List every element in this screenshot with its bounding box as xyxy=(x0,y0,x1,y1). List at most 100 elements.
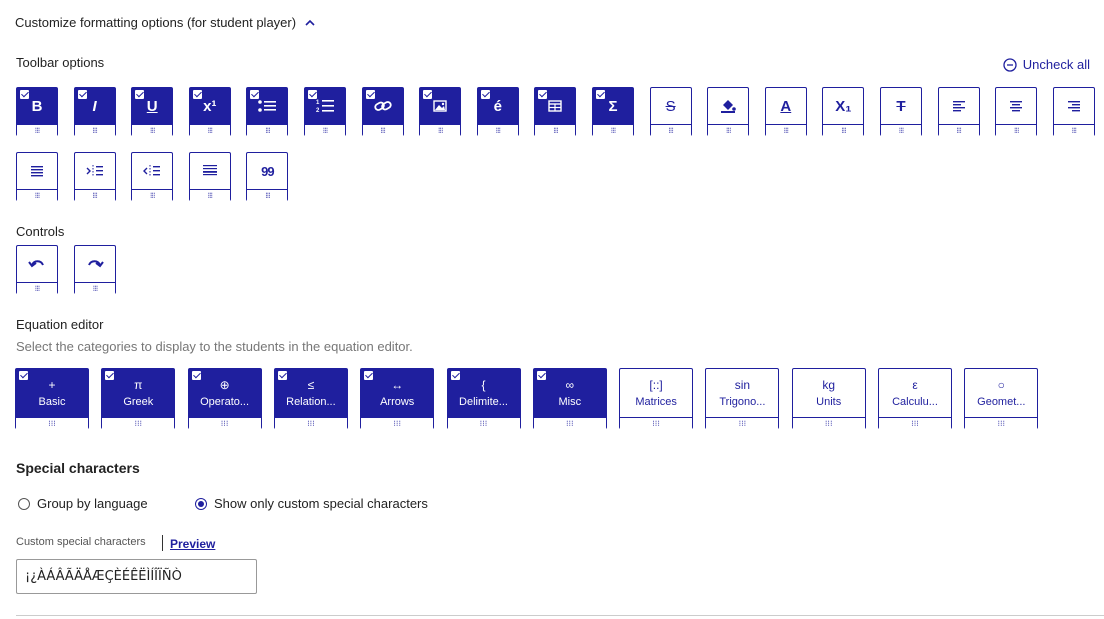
drag-handle-icon[interactable]: ⁝⁝⁝ xyxy=(938,124,979,137)
blockquote-button[interactable]: 99 ⁝⁝⁝ xyxy=(246,152,289,202)
checkbox-icon[interactable] xyxy=(19,89,30,100)
drag-handle-icon[interactable]: ⁝⁝⁝ xyxy=(102,417,175,430)
drag-handle-icon[interactable]: ⁝⁝⁝ xyxy=(535,124,576,137)
drag-handle-icon[interactable]: ⁝⁝⁝ xyxy=(996,124,1037,137)
equation-category-3[interactable]: ≤ Relation... ⁝⁝⁝ xyxy=(273,368,348,430)
drag-handle-icon[interactable]: ⁝⁝⁝ xyxy=(881,124,921,137)
drag-handle-icon[interactable]: ⁝⁝⁝ xyxy=(132,189,173,202)
checkbox-icon[interactable] xyxy=(535,370,547,381)
drag-handle-icon[interactable]: ⁝⁝⁝ xyxy=(650,124,691,137)
checkbox-icon[interactable] xyxy=(191,89,203,100)
horizontal-rule-button[interactable]: ⁝⁝⁝ xyxy=(188,152,231,202)
drag-handle-icon[interactable]: ⁝⁝⁝ xyxy=(361,417,434,430)
bullet-list-button[interactable]: ⁝⁝⁝ xyxy=(246,87,289,137)
checkbox-icon[interactable] xyxy=(104,370,116,381)
section-header[interactable]: Customize formatting options (for studen… xyxy=(15,15,316,30)
checkbox-icon[interactable] xyxy=(76,89,88,100)
drag-handle-icon[interactable]: ⁝⁝⁝ xyxy=(189,189,230,202)
subscript-button[interactable]: X₁ ⁝⁝⁝ xyxy=(822,87,865,137)
checkbox-icon[interactable] xyxy=(307,89,318,100)
text-color-button[interactable]: A ⁝⁝⁝ xyxy=(764,87,807,137)
image-button[interactable]: ⁝⁝⁝ xyxy=(419,87,462,137)
checkbox-icon[interactable] xyxy=(422,89,434,100)
outdent-button[interactable]: ⁝⁝⁝ xyxy=(131,152,174,202)
equation-category-11[interactable]: ○ Geomet... ⁝⁝⁝ xyxy=(964,368,1039,430)
drag-handle-icon[interactable]: ⁝⁝⁝ xyxy=(17,189,57,202)
checkbox-icon[interactable] xyxy=(364,89,376,100)
superscript-button[interactable]: x¹ ⁝⁝⁝ xyxy=(188,87,231,137)
equation-category-8[interactable]: sin Trigono... ⁝⁝⁝ xyxy=(705,368,780,430)
drag-handle-icon[interactable]: ⁝⁝⁝ xyxy=(620,417,693,430)
equation-category-7[interactable]: [::] Matrices ⁝⁝⁝ xyxy=(619,368,694,430)
checkbox-icon[interactable] xyxy=(479,89,491,100)
table-button[interactable]: ⁝⁝⁝ xyxy=(534,87,577,137)
drag-handle-icon[interactable]: ⁝⁝⁝ xyxy=(708,124,749,137)
align-justify-button[interactable]: ⁝⁝⁝ xyxy=(16,152,58,202)
redo-button[interactable]: ⁝⁝⁝ xyxy=(74,245,116,295)
align-right-button[interactable]: ⁝⁝⁝ xyxy=(1052,87,1095,137)
equation-category-5[interactable]: {Delimite... ⁝⁝⁝ xyxy=(446,368,521,430)
drag-handle-icon[interactable]: ⁝⁝⁝ xyxy=(593,124,633,137)
drag-handle-icon[interactable]: ⁝⁝⁝ xyxy=(17,282,57,295)
drag-handle-icon[interactable]: ⁝⁝⁝ xyxy=(189,124,230,137)
drag-handle-icon[interactable]: ⁝⁝⁝ xyxy=(965,417,1038,430)
undo-button[interactable]: ⁝⁝⁝ xyxy=(16,245,58,295)
bold-button[interactable]: B ⁝⁝⁝ xyxy=(16,87,58,137)
drag-handle-icon[interactable]: ⁝⁝⁝ xyxy=(362,124,403,137)
checkbox-icon[interactable] xyxy=(276,370,288,381)
custom-only-radio[interactable]: Show only custom special characters xyxy=(195,496,428,511)
underline-button[interactable]: U ⁝⁝⁝ xyxy=(131,87,174,137)
equation-category-6[interactable]: ∞ Misc ⁝⁝⁝ xyxy=(532,368,607,430)
drag-handle-icon[interactable]: ⁝⁝⁝ xyxy=(879,417,951,430)
link-button[interactable]: ⁝⁝⁝ xyxy=(361,87,404,137)
drag-handle-icon[interactable]: ⁝⁝⁝ xyxy=(420,124,461,137)
custom-characters-input[interactable]: ¡¿ÀÁÂÃÄÅÆÇÈÉÊËÌÍÎÏÑÒ xyxy=(16,559,257,594)
equation-category-1[interactable]: π Greek ⁝⁝⁝ xyxy=(101,368,176,430)
drag-handle-icon[interactable]: ⁝⁝⁝ xyxy=(16,417,88,430)
drag-handle-icon[interactable]: ⁝⁝⁝ xyxy=(247,189,288,202)
fill-color-button[interactable]: ⁝⁝⁝ xyxy=(707,87,750,137)
equation-category-4[interactable]: ↔ Arrows ⁝⁝⁝ xyxy=(360,368,435,430)
drag-handle-icon[interactable]: ⁝⁝⁝ xyxy=(305,124,345,137)
radio-circle[interactable] xyxy=(18,497,30,510)
equation-category-9[interactable]: kg Units ⁝⁝⁝ xyxy=(791,368,866,430)
align-center-button[interactable]: ⁝⁝⁝ xyxy=(995,87,1038,137)
drag-handle-icon[interactable]: ⁝⁝⁝ xyxy=(75,282,115,295)
checkbox-icon[interactable] xyxy=(249,89,261,100)
drag-handle-icon[interactable]: ⁝⁝⁝ xyxy=(1053,124,1094,137)
uncheck-all-button[interactable]: Uncheck all xyxy=(1003,57,1090,72)
equation-category-2[interactable]: ⊕ Operato... ⁝⁝⁝ xyxy=(187,368,262,430)
checkbox-icon[interactable] xyxy=(134,89,146,100)
drag-handle-icon[interactable]: ⁝⁝⁝ xyxy=(132,124,173,137)
clear-format-button[interactable]: T ⁝⁝⁝ xyxy=(880,87,922,137)
italic-button[interactable]: I ⁝⁝⁝ xyxy=(73,87,116,137)
equation-category-0[interactable]: + Basic ⁝⁝⁝ xyxy=(15,368,89,430)
drag-handle-icon[interactable]: ⁝⁝⁝ xyxy=(274,417,347,430)
drag-handle-icon[interactable]: ⁝⁝⁝ xyxy=(447,417,520,430)
equation-button[interactable]: Σ ⁝⁝⁝ xyxy=(592,87,634,137)
strikethrough-button[interactable]: S ⁝⁝⁝ xyxy=(649,87,692,137)
drag-handle-icon[interactable]: ⁝⁝⁝ xyxy=(792,417,865,430)
drag-handle-icon[interactable]: ⁝⁝⁝ xyxy=(17,124,57,137)
checkbox-icon[interactable] xyxy=(449,370,461,381)
drag-handle-icon[interactable]: ⁝⁝⁝ xyxy=(188,417,261,430)
checkbox-icon[interactable] xyxy=(363,370,375,381)
checkbox-icon[interactable] xyxy=(190,370,202,381)
checkbox-icon[interactable] xyxy=(595,89,606,100)
drag-handle-icon[interactable]: ⁝⁝⁝ xyxy=(765,124,806,137)
preview-link[interactable]: Preview xyxy=(170,537,215,551)
drag-handle-icon[interactable]: ⁝⁝⁝ xyxy=(247,124,288,137)
checkbox-icon[interactable] xyxy=(18,370,29,381)
drag-handle-icon[interactable]: ⁝⁝⁝ xyxy=(74,189,115,202)
drag-handle-icon[interactable]: ⁝⁝⁝ xyxy=(706,417,779,430)
indent-button[interactable]: ⁝⁝⁝ xyxy=(73,152,116,202)
numbered-list-button[interactable]: 1 2 ⁝⁝⁝ xyxy=(304,87,346,137)
drag-handle-icon[interactable]: ⁝⁝⁝ xyxy=(823,124,864,137)
equation-category-10[interactable]: ε Calculu... ⁝⁝⁝ xyxy=(878,368,952,430)
align-left-button[interactable]: ⁝⁝⁝ xyxy=(937,87,980,137)
radio-circle-selected[interactable] xyxy=(195,497,207,510)
checkbox-icon[interactable] xyxy=(537,89,549,100)
drag-handle-icon[interactable]: ⁝⁝⁝ xyxy=(533,417,606,430)
drag-handle-icon[interactable]: ⁝⁝⁝ xyxy=(74,124,115,137)
special-char-button[interactable]: é ⁝⁝⁝ xyxy=(476,87,519,137)
